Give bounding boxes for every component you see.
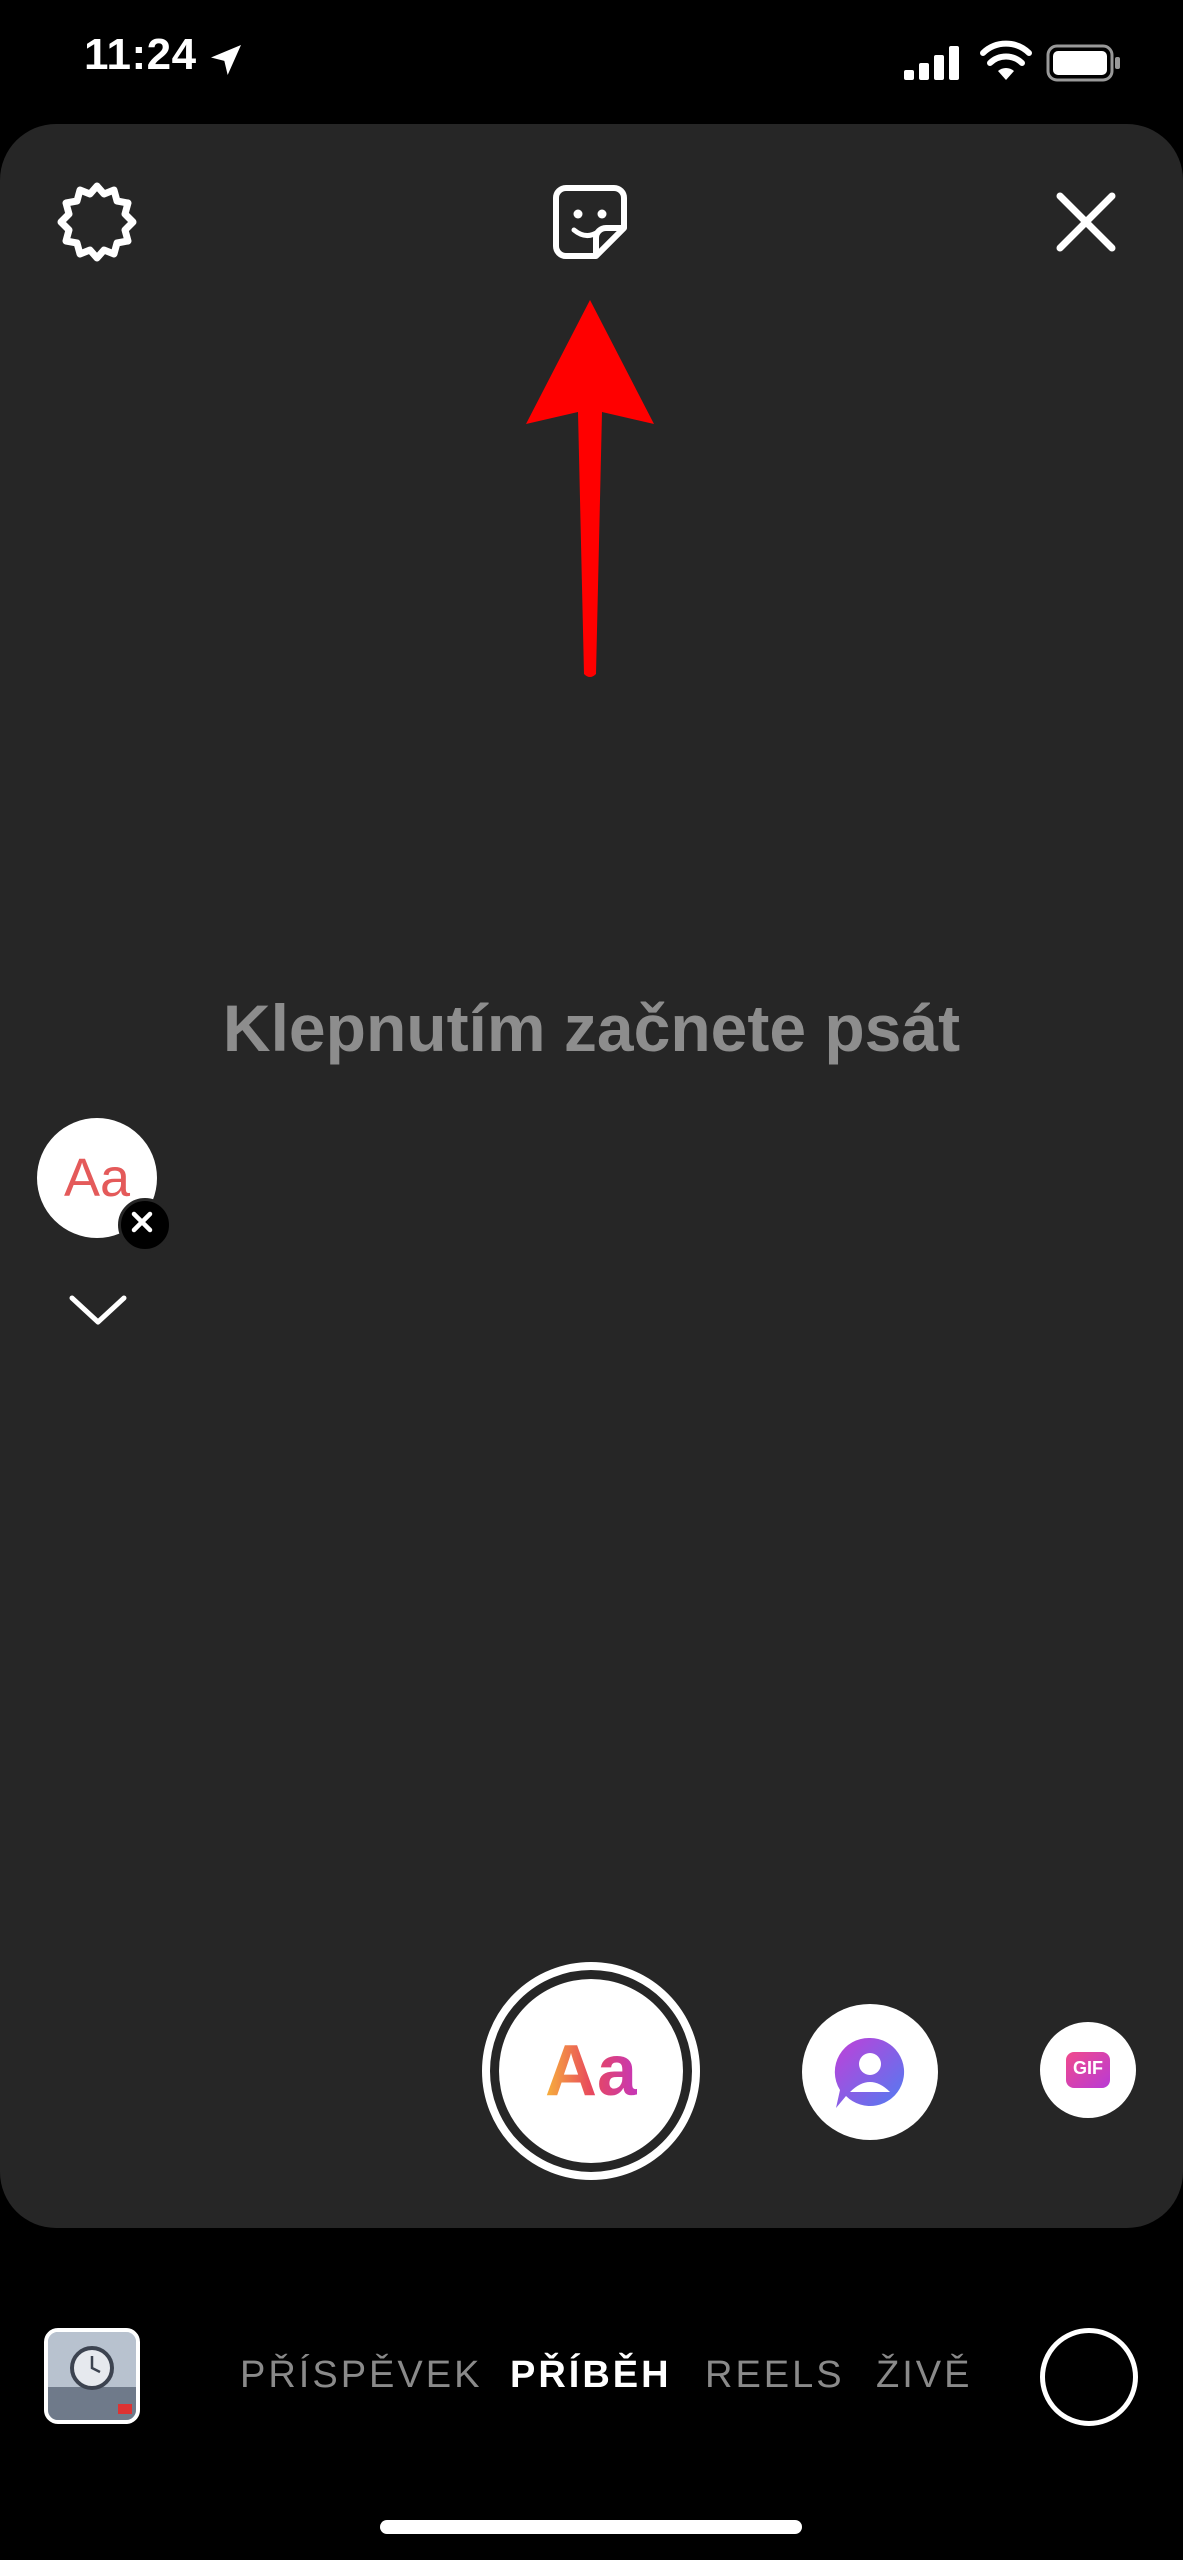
capture-button[interactable] (1040, 2328, 1138, 2426)
chevron-down-icon[interactable] (66, 1290, 130, 1330)
settings-button[interactable] (55, 180, 139, 264)
location-arrow-icon (211, 45, 241, 75)
gif-button[interactable]: GIF (1040, 2022, 1136, 2118)
home-indicator[interactable] (380, 2520, 802, 2534)
mention-button[interactable] (802, 2004, 938, 2140)
mention-icon (834, 2037, 905, 2108)
create-text-button[interactable]: Aa (482, 1962, 700, 2180)
sticker-icon (553, 185, 627, 259)
text-placeholder[interactable]: Klepnutím začnete psát (0, 990, 1183, 1066)
cellular-signal-icon (904, 46, 959, 80)
gif-label: GIF (1073, 2058, 1103, 2078)
battery-icon (1046, 44, 1120, 82)
status-time: 11:24 (84, 30, 197, 79)
create-text-inner: Aa (499, 1979, 683, 2163)
sticker-button[interactable] (546, 178, 634, 266)
close-icon (131, 1211, 153, 1233)
remove-font-button[interactable] (118, 1198, 172, 1252)
wifi-icon (980, 40, 1032, 80)
close-button[interactable] (1052, 188, 1120, 256)
watch-photo-thumbnail (48, 2332, 136, 2420)
mode-reels[interactable]: REELS (705, 2354, 845, 2397)
mode-story[interactable]: PŘÍBĚH (510, 2354, 672, 2397)
mode-post[interactable]: PŘÍSPĚVEK (240, 2354, 482, 2397)
annotation-arrow (526, 300, 654, 677)
create-text-label: Aa (544, 2031, 638, 2111)
font-chip-label: Aa (63, 1148, 131, 1208)
close-icon (1056, 192, 1116, 252)
mode-live[interactable]: ŽIVĚ (876, 2354, 972, 2397)
gallery-thumbnail[interactable] (44, 2328, 140, 2424)
gear-icon (57, 182, 137, 262)
